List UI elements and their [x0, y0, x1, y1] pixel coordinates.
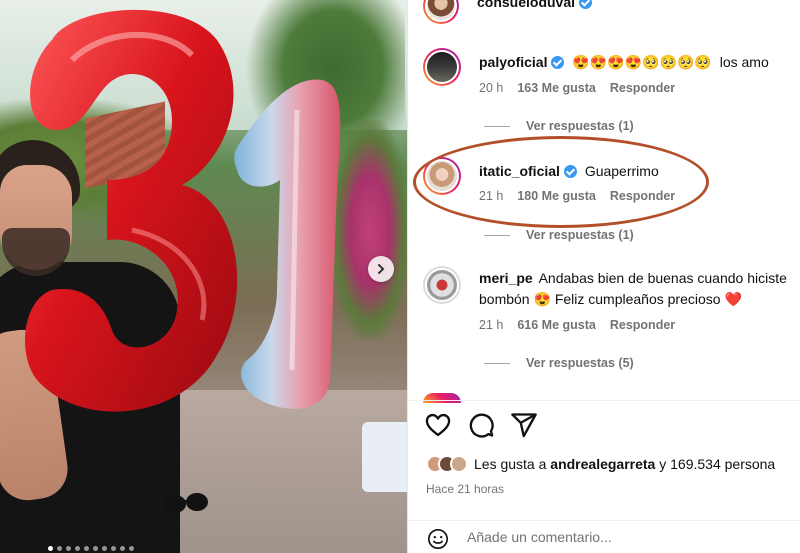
- comment-text: palyoficial 😍😍😍😍🥺🥺🥺🥺 los amo: [479, 52, 769, 72]
- comment-text: meri_pe Andabas bien de buenas cuando hi…: [479, 268, 787, 288]
- comment-emojis: 😍😍😍😍🥺🥺🥺🥺: [572, 54, 712, 70]
- heart-emoji: ❤️: [724, 291, 742, 307]
- comment-meta: 21 h 616 Me gusta Responder: [479, 318, 675, 332]
- replies-divider: [484, 362, 510, 364]
- carousel-dot[interactable]: [120, 546, 125, 551]
- reply-button[interactable]: Responder: [610, 189, 675, 203]
- paper-plane-icon: [511, 413, 537, 438]
- carousel-dot[interactable]: [57, 546, 62, 551]
- heart-icon: [425, 413, 451, 437]
- comment-username[interactable]: palyoficial: [479, 54, 547, 70]
- view-replies-button[interactable]: Ver respuestas (1): [484, 119, 634, 133]
- likes-user[interactable]: andrealegarreta: [550, 456, 655, 472]
- comment-avatar[interactable]: [423, 48, 461, 86]
- comment-meta: 21 h 180 Me gusta Responder: [479, 189, 675, 203]
- comment-input[interactable]: [467, 529, 787, 545]
- author-username[interactable]: consueloduval: [477, 0, 575, 10]
- view-replies-label: Ver respuestas (5): [526, 356, 634, 370]
- comment-body: los amo: [719, 54, 769, 70]
- balloon-number-1: [222, 70, 352, 420]
- carousel-dot[interactable]: [48, 546, 53, 551]
- post-time-ago[interactable]: Hace 21 horas: [426, 482, 504, 496]
- liker-avatar[interactable]: [450, 455, 468, 473]
- likes-text: Les gusta a andrealegarreta y 169.534 pe…: [474, 456, 775, 472]
- view-replies-button[interactable]: Ver respuestas (1): [484, 228, 634, 242]
- reply-button[interactable]: Responder: [610, 318, 675, 332]
- verified-badge-icon: [563, 165, 577, 178]
- sunglasses: [163, 488, 209, 516]
- comment-time[interactable]: 21 h: [479, 189, 503, 203]
- comment-likes[interactable]: 616 Me gusta: [517, 318, 596, 332]
- comment-likes[interactable]: 163 Me gusta: [517, 81, 596, 95]
- smiley-icon: [428, 529, 448, 549]
- carousel-dot[interactable]: [102, 546, 107, 551]
- comment-time[interactable]: 20 h: [479, 81, 503, 95]
- view-replies-label: Ver respuestas (1): [526, 228, 634, 242]
- carousel-dot[interactable]: [129, 546, 134, 551]
- carousel-dot[interactable]: [66, 546, 71, 551]
- comment-time[interactable]: 21 h: [479, 318, 503, 332]
- comment-meta: 20 h 163 Me gusta Responder: [479, 81, 675, 95]
- view-replies-button[interactable]: Ver respuestas (5): [484, 356, 634, 370]
- pool-edge: [362, 422, 407, 492]
- like-button[interactable]: [424, 411, 452, 439]
- likes-prefix: Les gusta a: [474, 456, 547, 472]
- comment-username[interactable]: itatic_oficial: [479, 163, 560, 179]
- emoji-picker-button[interactable]: [427, 528, 449, 550]
- comment-text-line2: bombón 😍 Feliz cumpleaños precioso ❤️: [479, 289, 742, 309]
- comment-text: itatic_oficial Guaperrimo: [479, 161, 659, 181]
- verified-badge-icon: [551, 56, 565, 69]
- comment-likes[interactable]: 180 Me gusta: [517, 189, 596, 203]
- likes-suffix[interactable]: y 169.534 persona: [659, 456, 775, 472]
- carousel-dots: [48, 546, 134, 551]
- comment-body-line2a: bombón: [479, 291, 530, 307]
- author-header: consueloduval: [477, 0, 593, 12]
- replies-divider: [484, 125, 510, 127]
- share-button[interactable]: [510, 411, 538, 439]
- balloon-number-3: [12, 0, 252, 430]
- reply-button[interactable]: Responder: [610, 81, 675, 95]
- post-photo[interactable]: [0, 0, 407, 553]
- carousel-dot[interactable]: [75, 546, 80, 551]
- comment-button[interactable]: [467, 411, 495, 439]
- add-comment-bar: [407, 520, 800, 553]
- comment-bubble-icon: [469, 413, 494, 438]
- comment-username[interactable]: meri_pe: [479, 270, 533, 286]
- carousel-dot[interactable]: [84, 546, 89, 551]
- carousel-dot[interactable]: [111, 546, 116, 551]
- comment-body-line2b: Feliz cumpleaños precioso: [554, 291, 721, 307]
- carousel-dot[interactable]: [93, 546, 98, 551]
- comment-avatar[interactable]: [423, 157, 461, 195]
- verified-badge-icon: [579, 0, 593, 9]
- likes-summary: Les gusta a andrealegarreta y 169.534 pe…: [426, 455, 775, 473]
- chevron-right-icon: [378, 264, 385, 274]
- comment-body: Guaperrimo: [584, 163, 659, 179]
- replies-divider: [484, 234, 510, 236]
- comment-body-line1: Andabas bien de buenas cuando hiciste: [538, 270, 787, 286]
- comment-avatar[interactable]: [423, 266, 461, 304]
- comment-emoji: 😍: [533, 291, 551, 307]
- carousel-next-button[interactable]: [368, 256, 394, 282]
- view-replies-label: Ver respuestas (1): [526, 119, 634, 133]
